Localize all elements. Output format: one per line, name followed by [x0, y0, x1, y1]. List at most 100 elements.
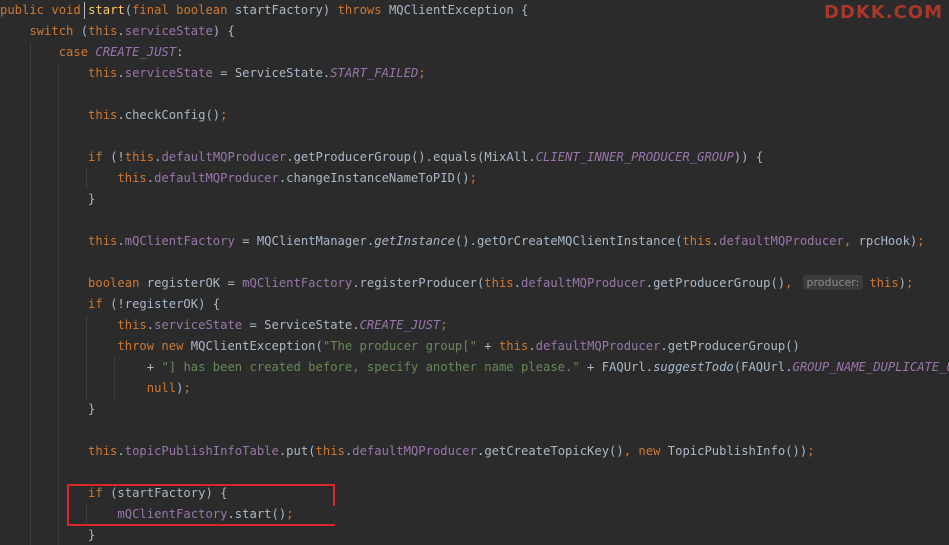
code-line[interactable]: switch (this.serviceState) { [0, 21, 235, 42]
code-token: : [176, 45, 184, 59]
code-token: , new [623, 444, 668, 458]
code-token: (!registerOK) { [110, 297, 221, 311]
code-line[interactable]: + "] has been created before, specify an… [0, 357, 949, 378]
code-token: if [0, 150, 111, 164]
code-token: GROUP_NAME_DUPLICATE_URL [792, 360, 949, 374]
code-token: + [0, 360, 162, 374]
code-token: . [117, 444, 125, 458]
code-token: this [869, 276, 899, 290]
code-line[interactable]: } [0, 525, 95, 545]
code-token: ; [917, 234, 925, 248]
code-token: public void [0, 3, 89, 17]
code-line[interactable]: if (!registerOK) { [0, 294, 220, 315]
code-token: ; [418, 66, 426, 80]
code-token: .getProducerGroup() [645, 276, 786, 290]
red-annotation-edge [333, 484, 335, 506]
code-token: = ServiceState. [242, 318, 360, 332]
code-token: mQClientFactory [242, 276, 353, 290]
code-token: ( [80, 24, 89, 38]
code-token: .getProducerGroup().equals(MixAll. [286, 150, 536, 164]
code-token: CREATE_JUST [95, 45, 177, 59]
code-editor[interactable]: public void start ( final boolean startFac… [0, 0, 949, 545]
code-token: , [843, 234, 859, 248]
code-token: case [0, 45, 96, 59]
code-line[interactable]: case CREATE_JUST: [0, 42, 184, 63]
code-token: .getCreateTopicKey() [476, 444, 624, 458]
code-token: . [117, 234, 125, 248]
code-token: switch [0, 24, 81, 38]
code-token: TopicPublishInfo()) [667, 444, 808, 458]
code-token: ; [469, 171, 477, 185]
code-token: .changeInstanceNameToPID() [278, 171, 470, 185]
code-token: boolean [0, 276, 147, 290]
code-token: + FAQUrl. [579, 360, 654, 374]
code-line[interactable]: public void start(final boolean startFac… [0, 0, 528, 21]
code-token: this [0, 108, 118, 122]
code-token: final boolean [132, 3, 235, 17]
code-token: MQClientException( [190, 339, 323, 353]
code-token: . [513, 276, 521, 290]
code-token: throws [337, 3, 389, 17]
code-token: .put( [278, 444, 316, 458]
code-token: serviceState [154, 318, 243, 332]
code-line[interactable]: throw new MQClientException("The produce… [0, 336, 799, 357]
code-token: serviceState [124, 24, 213, 38]
code-token: . [146, 171, 155, 185]
watermark: DDKK.COM [823, 2, 943, 23]
code-line[interactable]: if (!this.defaultMQProducer.getProducerG… [0, 147, 763, 168]
code-line[interactable]: this.checkConfig(); [0, 105, 227, 126]
code-token: suggestTodo [653, 360, 734, 374]
code-line[interactable]: null); [0, 378, 191, 399]
code-line[interactable]: } [0, 189, 95, 210]
code-token: .registerProducer( [352, 276, 485, 290]
code-token: defaultMQProducer [154, 171, 279, 185]
code-line[interactable]: this.defaultMQProducer.changeInstanceNam… [0, 168, 477, 189]
bottom-watermark [570, 524, 949, 545]
code-token: .checkConfig() [117, 108, 221, 122]
red-annotation-underline [67, 524, 317, 526]
code-token: startFactory) [234, 3, 338, 17]
code-token: (! [110, 150, 125, 164]
code-line[interactable]: } [0, 399, 95, 420]
code-token: defaultMQProducer [352, 444, 477, 458]
code-token: } [0, 528, 96, 542]
code-line[interactable]: this.mQClientFactory = MQClientManager.g… [0, 231, 925, 252]
code-token: start [88, 3, 125, 17]
code-token: defaultMQProducer [161, 150, 287, 164]
code-token: null [0, 381, 177, 395]
code-token: . [117, 24, 125, 38]
code-token: , [785, 276, 793, 290]
code-token: this [682, 234, 712, 248]
code-token: ; [807, 444, 815, 458]
code-token: ; [183, 381, 191, 395]
code-token: } [0, 402, 96, 416]
code-token: this [124, 150, 155, 164]
red-annotation-box [67, 484, 335, 526]
code-token: ().getOrCreateMQClientInstance( [454, 234, 683, 248]
code-token: throw new [0, 339, 191, 353]
code-token: this [0, 318, 147, 332]
code-token: . [528, 339, 536, 353]
code-token: ; [906, 276, 914, 290]
code-line[interactable]: this.topicPublishInfoTable.put(this.defa… [0, 441, 815, 462]
code-token: defaultMQProducer [719, 234, 844, 248]
code-token: "] has been created before, specify anot… [161, 360, 580, 374]
code-token: . [146, 318, 155, 332]
code-token: ; [220, 108, 228, 122]
code-token: = MQClientManager. [234, 234, 375, 248]
code-token: defaultMQProducer [520, 276, 646, 290]
code-token: = ServiceState. [212, 66, 331, 80]
code-token: mQClientFactory [124, 234, 235, 248]
text-cursor [84, 2, 85, 19]
code-token: ) [898, 276, 907, 290]
code-line[interactable]: boolean registerOK = mQClientFactory.reg… [0, 273, 913, 294]
code-token: serviceState [124, 66, 213, 80]
code-line[interactable]: this.serviceState = ServiceState.START_F… [0, 63, 426, 84]
code-token: defaultMQProducer [535, 339, 661, 353]
code-token: )) { [733, 150, 764, 164]
code-token: this [0, 171, 147, 185]
code-token: } [0, 192, 96, 206]
code-line[interactable]: this.serviceState = ServiceState.CREATE_… [0, 315, 447, 336]
code-token: (FAQUrl. [733, 360, 793, 374]
code-token: + [476, 339, 499, 353]
